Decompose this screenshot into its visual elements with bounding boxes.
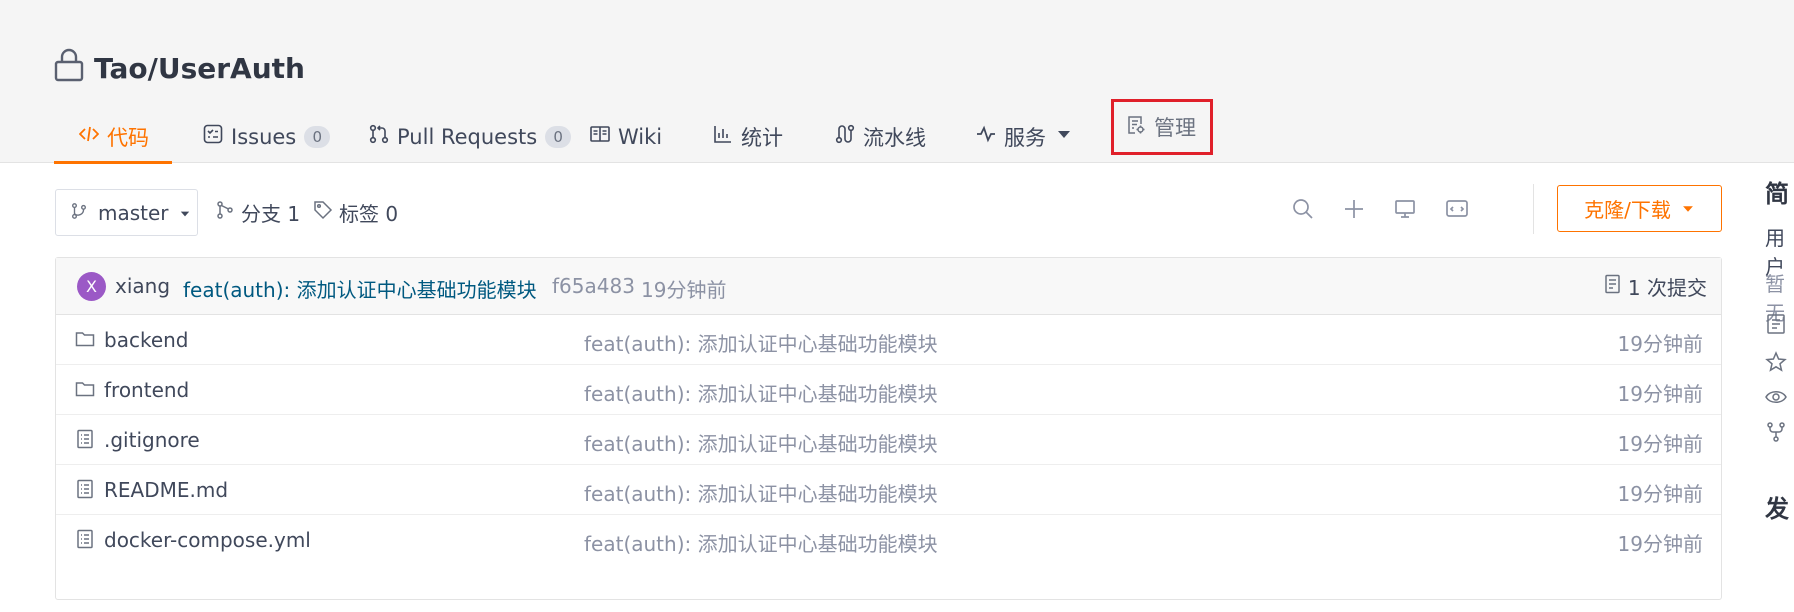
add-file-button[interactable] [1340, 197, 1368, 225]
latest-commit-bar: X xiang feat(auth): 添加认证中心基础功能模块 f65a483… [56, 258, 1721, 315]
repo-header: Tao/UserAuth 代码 Issues 0 Pull Requests 0 [0, 0, 1794, 164]
tab-stats[interactable]: 统计 [713, 110, 783, 163]
caret-down-icon [1054, 124, 1074, 149]
toolbar-divider [1533, 184, 1534, 234]
table-row[interactable]: .gitignore feat(auth): 添加认证中心基础功能模块 19分钟前 [56, 415, 1721, 465]
file-commit-message[interactable]: feat(auth): 添加认证中心基础功能模块 [584, 328, 938, 357]
file-commit-time: 19分钟前 [1617, 532, 1703, 556]
branch-icon [70, 201, 88, 225]
code-review-button[interactable] [1443, 197, 1471, 225]
file-icon [75, 429, 95, 449]
file-icon [75, 529, 95, 549]
file-name-link[interactable]: frontend [104, 378, 189, 402]
code-comment-icon [1445, 197, 1469, 225]
file-commit-message[interactable]: feat(auth): 添加认证中心基础功能模块 [584, 478, 938, 507]
fork-icon[interactable] [1765, 421, 1787, 447]
file-name-link[interactable]: .gitignore [104, 428, 200, 452]
tags-count: 标签 0 [339, 202, 399, 226]
file-list: X xiang feat(auth): 添加认证中心基础功能模块 f65a483… [55, 257, 1722, 600]
tab-label: 管理 [1154, 116, 1196, 140]
tab-label: 服务 [1004, 125, 1046, 150]
branches-link[interactable]: 分支 1 [215, 198, 300, 227]
tab-pipeline[interactable]: 流水线 [835, 110, 926, 163]
caret-down-icon [179, 201, 191, 225]
file-commit-time: 19分钟前 [1617, 432, 1703, 456]
file-commit-time: 19分钟前 [1617, 332, 1703, 356]
web-ide-button[interactable] [1391, 197, 1419, 225]
tab-code[interactable]: 代码 [54, 110, 172, 164]
file-commit-message[interactable]: feat(auth): 添加认证中心基础功能模块 [584, 528, 938, 557]
file-commit-message[interactable]: feat(auth): 添加认证中心基础功能模块 [584, 378, 938, 407]
branch-icon [215, 200, 235, 225]
commit-author[interactable]: xiang [115, 274, 170, 298]
file-name-link[interactable]: README.md [104, 478, 228, 502]
bar-chart-icon [713, 124, 733, 149]
tab-label: 统计 [741, 125, 783, 150]
monitor-icon [1393, 197, 1417, 225]
eye-icon[interactable] [1765, 386, 1787, 412]
tag-icon [313, 200, 333, 225]
tab-wiki[interactable]: Wiki [590, 110, 662, 163]
folder-icon [75, 329, 95, 349]
search-file-button[interactable] [1289, 197, 1317, 225]
pull-request-icon [369, 124, 389, 149]
commit-message-link[interactable]: feat(auth): 添加认证中心基础功能模块 [183, 274, 537, 303]
tab-label: Wiki [618, 124, 663, 149]
about-title: 简 [1765, 180, 1789, 208]
file-name-link[interactable]: backend [104, 328, 189, 352]
file-commit-time: 19分钟前 [1617, 382, 1703, 406]
lock-icon [54, 48, 84, 89]
table-row[interactable]: README.md feat(auth): 添加认证中心基础功能模块 19分钟前 [56, 465, 1721, 515]
tab-label: 流水线 [863, 125, 926, 150]
branches-count: 分支 1 [241, 202, 301, 226]
pull-requests-count-badge: 0 [545, 125, 572, 148]
releases-title: 发 [1765, 495, 1789, 523]
tab-label: 代码 [107, 125, 149, 150]
settings-document-icon [1126, 115, 1146, 140]
tab-manage[interactable]: 管理 [1111, 99, 1213, 155]
tab-issues[interactable]: Issues 0 [203, 110, 331, 163]
commit-time: 19分钟前 [641, 278, 727, 302]
folder-icon [75, 379, 95, 399]
star-icon[interactable] [1765, 351, 1787, 377]
file-commit-message[interactable]: feat(auth): 添加认证中心基础功能模块 [584, 428, 938, 457]
tags-link[interactable]: 标签 0 [313, 198, 398, 227]
issues-count-badge: 0 [304, 125, 331, 148]
tab-label: Pull Requests [397, 124, 538, 149]
table-row[interactable]: frontend feat(auth): 添加认证中心基础功能模块 19分钟前 [56, 365, 1721, 415]
book-icon [590, 124, 610, 149]
table-row[interactable]: docker-compose.yml feat(auth): 添加认证中心基础功能… [56, 515, 1721, 565]
search-icon [1291, 197, 1315, 225]
commit-hash[interactable]: f65a483 [552, 274, 635, 298]
avatar[interactable]: X [77, 272, 106, 301]
repo-title: Tao/UserAuth [54, 48, 305, 89]
clone-label: 克隆/下载 [1584, 198, 1671, 222]
repo-name-link[interactable]: Tao/UserAuth [94, 52, 305, 85]
file-commit-time: 19分钟前 [1617, 482, 1703, 506]
readme-icon [1765, 313, 1787, 339]
file-icon [75, 479, 95, 499]
branch-name: master [98, 200, 169, 225]
tab-pull-requests[interactable]: Pull Requests 0 [369, 110, 572, 163]
commit-count: 1 次提交 [1627, 276, 1707, 300]
plus-icon [1342, 197, 1366, 225]
activity-icon [976, 124, 996, 149]
issues-icon [203, 124, 223, 149]
pipeline-icon [835, 124, 855, 149]
commit-count-link[interactable]: 1 次提交 [1604, 272, 1707, 301]
commit-list-icon [1604, 274, 1622, 299]
branch-select[interactable]: master [55, 189, 198, 236]
tab-label: Issues [231, 124, 297, 149]
code-icon [78, 124, 100, 149]
table-row[interactable]: backend feat(auth): 添加认证中心基础功能模块 19分钟前 [56, 315, 1721, 365]
clone-download-button[interactable]: 克隆/下载 [1557, 185, 1722, 232]
tab-services-dropdown[interactable]: 服务 [976, 110, 1074, 163]
caret-down-icon [1681, 197, 1695, 221]
file-name-link[interactable]: docker-compose.yml [104, 528, 311, 552]
